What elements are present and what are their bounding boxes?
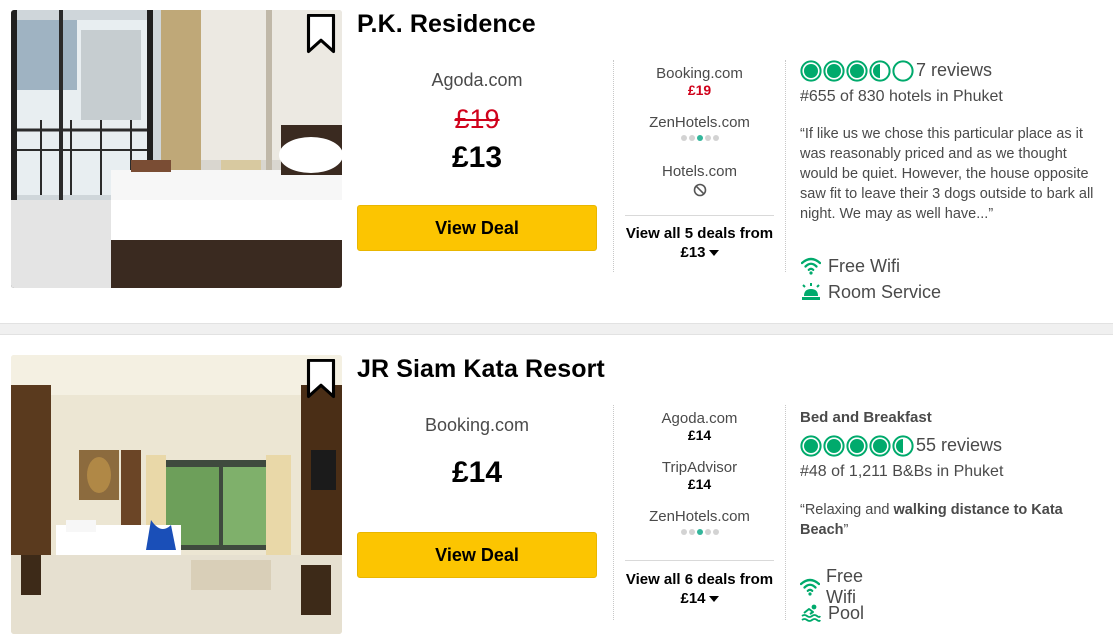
main-deal-provider: Booking.com — [424, 415, 530, 435]
hotel-photo[interactable] — [11, 10, 342, 288]
amenity-item: Free Wifi — [800, 253, 941, 279]
other-deal-item[interactable]: Booking.com £19 — [625, 66, 774, 115]
rating-bubble-icon — [892, 434, 914, 457]
rating-bubbles — [800, 59, 914, 82]
amenity-item: Room Service — [800, 279, 941, 305]
amenity-item: Pool — [800, 600, 865, 626]
amenities-list: Free Wifi Pool — [800, 566, 865, 626]
rating-bubble-icon — [846, 59, 868, 82]
caret-down-icon — [708, 250, 719, 257]
loading-dots-icon — [625, 529, 774, 535]
view-all-deals-text: View all 6 deals from — [625, 571, 774, 588]
view-all-deals-link[interactable]: View all 6 deals from £14 — [625, 560, 774, 608]
other-deal-item[interactable]: ZenHotels.com — [625, 115, 774, 164]
view-deal-button[interactable]: View Deal — [357, 205, 597, 251]
caret-down-icon — [708, 596, 719, 603]
hotel-photo[interactable] — [11, 355, 342, 634]
original-price: £19 — [454, 104, 500, 134]
hotel-photo-image — [11, 355, 342, 634]
deal-price: £13 — [451, 141, 503, 174]
property-category: Bed and Breakfast — [800, 409, 932, 426]
divider — [613, 60, 614, 272]
other-deals-list: Agoda.com £14 TripAdvisor £14 ZenHotels.… — [625, 411, 774, 558]
review-quote: “Relaxing and walking distance to Kata B… — [800, 502, 1063, 538]
main-deal: Agoda.com £19 £13 — [357, 70, 597, 173]
rating-row: 55 reviews — [800, 434, 1105, 457]
rating-bubble-icon — [869, 59, 891, 82]
ranking-text: #48 of 1,211 B&Bs in Phuket — [800, 463, 1004, 480]
rating-bubble-icon — [869, 434, 891, 457]
rating-bubble-icon — [846, 434, 868, 457]
main-deal: Booking.com £14 — [357, 415, 597, 488]
wifi-icon — [800, 576, 820, 598]
other-deal-item[interactable]: TripAdvisor £14 — [625, 460, 774, 509]
save-bookmark-button[interactable] — [304, 359, 338, 399]
other-deal-provider: TripAdvisor — [661, 459, 738, 476]
amenities-list: Free Wifi Room Service — [800, 253, 941, 305]
other-deals-list: Booking.com £19 ZenHotels.com Hotels.com — [625, 66, 774, 213]
save-bookmark-button[interactable] — [304, 14, 338, 54]
hotel-photo-image — [11, 10, 342, 288]
hotel-name[interactable]: JR Siam Kata Resort — [357, 355, 605, 384]
hotel-info: 7 reviews #655 of 830 hotels in Phuket “… — [800, 59, 1105, 224]
other-deal-item: Hotels.com — [625, 164, 774, 213]
other-deal-provider: ZenHotels.com — [649, 114, 750, 131]
rating-row: 7 reviews — [800, 59, 1105, 82]
bookmark-icon — [306, 359, 336, 399]
amenity-label: Pool — [828, 602, 865, 623]
main-deal-provider: Agoda.com — [431, 70, 523, 90]
other-deal-item[interactable]: ZenHotels.com — [625, 509, 774, 558]
rating-bubble-icon — [823, 434, 845, 457]
loading-dots-icon — [625, 135, 774, 141]
amenity-label: Room Service — [828, 281, 942, 302]
hotel-name[interactable]: P.K. Residence — [357, 10, 536, 39]
other-deal-item[interactable]: Agoda.com £14 — [625, 411, 774, 460]
rating-bubbles — [800, 434, 914, 457]
card-separator — [0, 323, 1113, 335]
other-deal-provider: ZenHotels.com — [649, 508, 750, 525]
rating-bubble-icon — [800, 59, 822, 82]
bookmark-icon — [306, 14, 336, 54]
view-all-deals-text: View all 5 deals from — [625, 225, 774, 242]
pool-icon — [800, 602, 822, 624]
rating-bubble-icon — [823, 59, 845, 82]
view-deal-button[interactable]: View Deal — [357, 532, 597, 578]
divider — [613, 405, 614, 620]
hotel-card: P.K. Residence Agoda.com £19 £13 View De… — [0, 0, 1113, 323]
review-quote: “If like us we chose this particular pla… — [800, 126, 1094, 222]
other-deal-price: £19 — [687, 82, 712, 98]
rating-bubble-icon — [800, 434, 822, 457]
rating-bubble-icon — [892, 59, 914, 82]
other-deal-price: £14 — [687, 476, 712, 492]
reviews-link[interactable]: 7 reviews — [916, 60, 992, 81]
view-all-deals-price: £13 — [680, 244, 706, 261]
other-deal-provider: Agoda.com — [661, 410, 738, 427]
view-all-deals-price: £14 — [680, 590, 706, 607]
other-deal-provider: Booking.com — [656, 65, 743, 82]
divider — [785, 60, 786, 272]
other-deal-price: £14 — [687, 427, 712, 443]
amenity-label: Free Wifi — [828, 255, 900, 276]
ranking-text: #655 of 830 hotels in Phuket — [800, 88, 1003, 105]
amenity-item: Free Wifi — [800, 566, 865, 607]
unavailable-icon — [693, 183, 706, 197]
deal-price: £14 — [451, 456, 503, 489]
other-deal-provider: Hotels.com — [661, 163, 738, 180]
room-service-icon — [800, 281, 822, 303]
wifi-icon — [800, 255, 822, 277]
view-all-deals-link[interactable]: View all 5 deals from £13 — [625, 215, 774, 262]
hotel-info: Bed and Breakfast 55 reviews #48 of 1,21… — [800, 409, 1105, 540]
reviews-link[interactable]: 55 reviews — [916, 435, 1002, 456]
divider — [785, 405, 786, 620]
